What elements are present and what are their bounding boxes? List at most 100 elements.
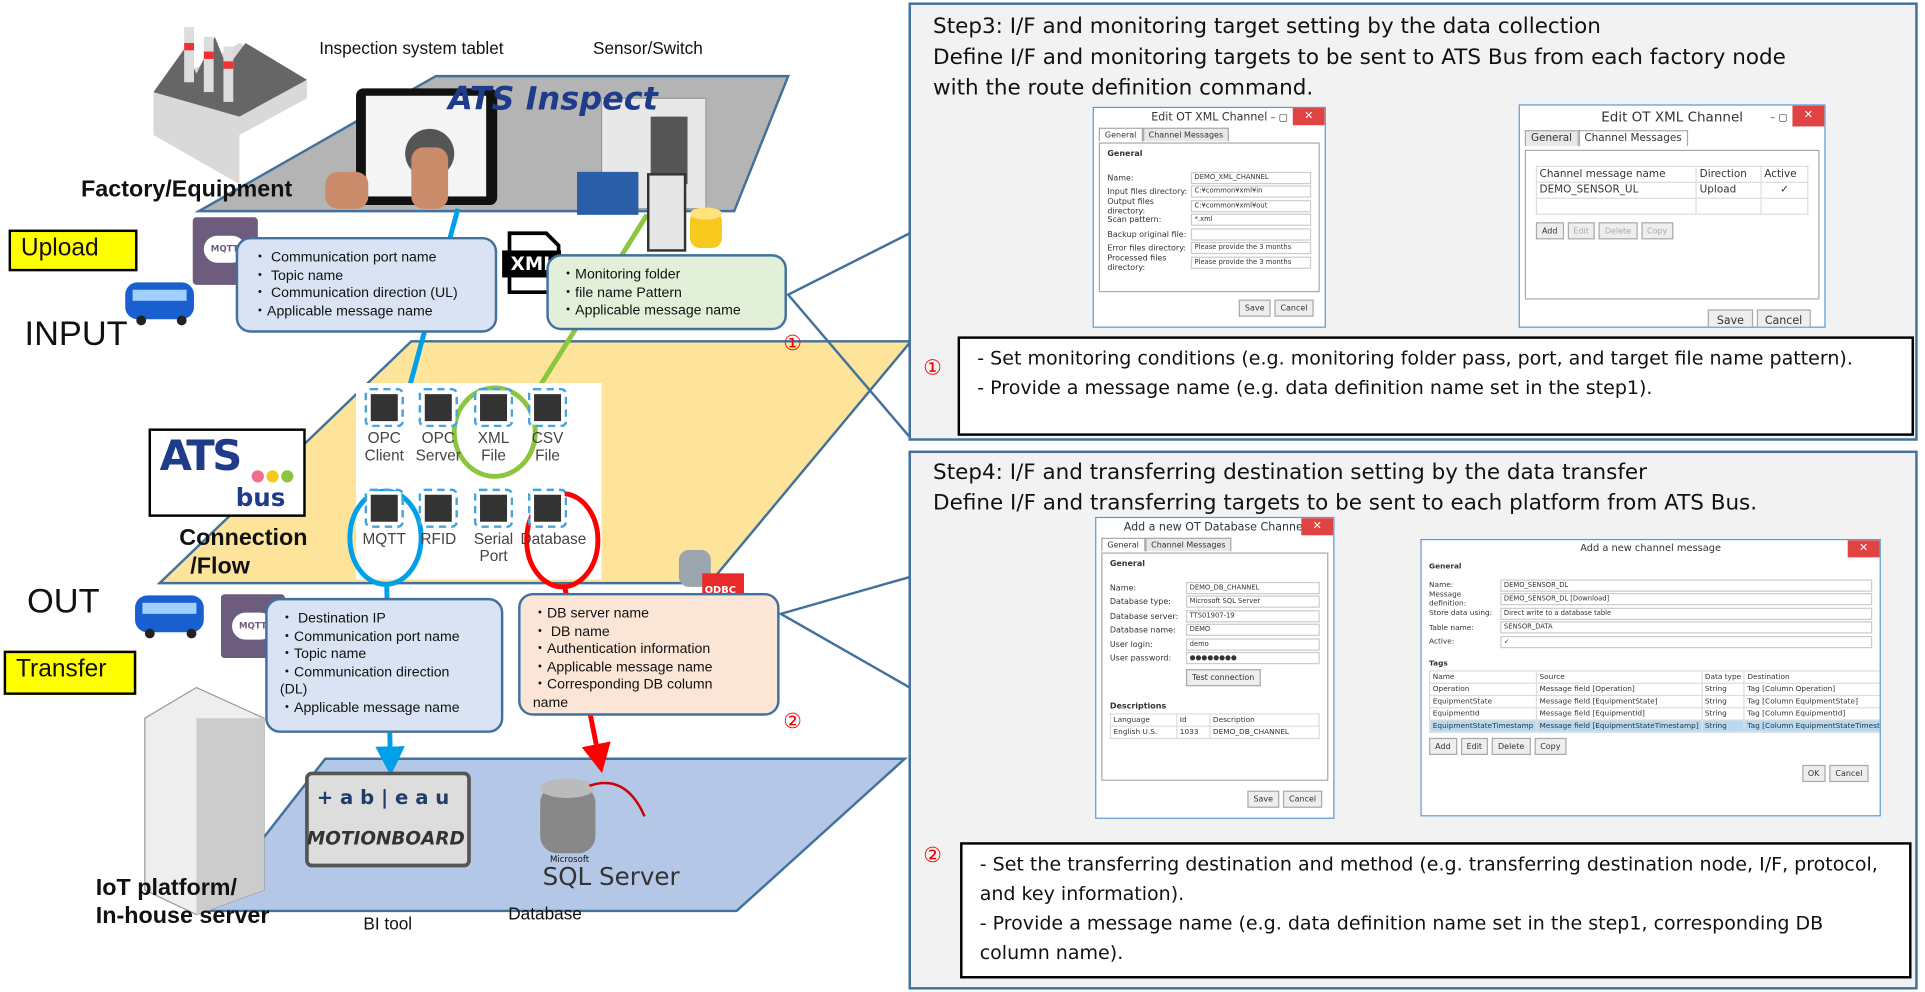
cancel-button[interactable]: Cancel: [1829, 764, 1869, 782]
table-row[interactable]: EquipmentId Message field [EquipmentId] St…: [1429, 706, 1880, 721]
tab-general[interactable]: General: [1098, 127, 1143, 142]
connector-label: Database: [520, 530, 587, 548]
field-input[interactable]: C:¥common¥xml¥in: [1190, 185, 1312, 198]
connector-opcserver[interactable]: OPC Server: [411, 387, 465, 464]
cell-type: String: [1701, 681, 1745, 696]
input-label: INPUT: [24, 314, 128, 353]
field-input[interactable]: DEMO: [1185, 623, 1320, 637]
connector-label: CSV: [531, 429, 564, 447]
copy-button[interactable]: Copy: [1640, 222, 1674, 240]
field-label: Table name:: [1429, 623, 1474, 632]
window-controls[interactable]: – ▢: [1770, 106, 1787, 131]
test-connection-button[interactable]: Test connection: [1185, 669, 1261, 687]
field-input[interactable]: Direct write to a database table: [1500, 607, 1873, 620]
cell-type: String: [1701, 706, 1745, 721]
sensor-label: Sensor/Switch: [592, 38, 703, 58]
save-button[interactable]: Save: [1238, 299, 1271, 317]
field-input[interactable]: ●●●●●●●●: [1185, 652, 1320, 665]
close-button[interactable]: ✕: [1847, 540, 1880, 558]
bullet-item: ・ Destination IP: [279, 611, 386, 627]
ok-button[interactable]: OK: [1801, 764, 1826, 782]
table-row[interactable]: Operation Message field [Operation] String…: [1429, 681, 1880, 696]
bullet-item: ・Authentication information: [532, 642, 711, 658]
field-input[interactable]: [1190, 228, 1312, 241]
add-button[interactable]: Add: [1535, 222, 1564, 240]
factory-equipment-label: Factory/Equipment: [81, 176, 293, 203]
form-row: User login: demo: [1110, 637, 1320, 651]
field-input[interactable]: TTS01907-19: [1185, 609, 1320, 623]
field-input[interactable]: Microsoft SQL Server: [1185, 595, 1320, 609]
cell-dest: Tag [Column EquipmentState]: [1743, 694, 1880, 708]
copy-button[interactable]: Copy: [1534, 737, 1567, 755]
field-input[interactable]: ✓: [1500, 635, 1873, 648]
connector-xmlfile[interactable]: XML File: [467, 387, 521, 465]
table-row[interactable]: DEMO_SENSOR_UL Upload ✓: [1535, 181, 1809, 199]
table-row[interactable]: English U.S. 1033 DEMO_DB_CHANNEL: [1109, 725, 1320, 740]
cancel-button[interactable]: Cancel: [1274, 299, 1314, 317]
save-button[interactable]: Save: [1708, 309, 1753, 327]
edit-button[interactable]: Edit: [1460, 737, 1489, 755]
dialog-title: Add a new channel message: [1580, 542, 1722, 554]
delete-button[interactable]: Delete: [1491, 737, 1531, 755]
table-row[interactable]: EquipmentState Message field [EquipmentSt…: [1429, 694, 1880, 708]
close-button[interactable]: ✕: [1792, 105, 1825, 127]
field-input[interactable]: Please provide the 3 months: [1190, 242, 1312, 255]
connector-label: RFID: [420, 530, 457, 548]
field-label: User password:: [1109, 653, 1172, 664]
field-label: Name:: [1429, 581, 1454, 590]
table-row[interactable]: EquipmentStateTimestamp Message field [Eq…: [1429, 718, 1880, 733]
tab-channel-messages[interactable]: Channel Messages: [1144, 537, 1232, 552]
field-input[interactable]: SENSOR_DATA: [1500, 621, 1873, 634]
connector-database[interactable]: Database: [520, 488, 587, 548]
bullet-item: (DL): [279, 683, 308, 698]
field-input[interactable]: DEMO_SENSOR_DL: [1500, 579, 1873, 592]
connector-chip-icon: [364, 488, 404, 528]
cell-source: Message field [EquipmentState]: [1535, 694, 1703, 708]
field-input[interactable]: DEMO_DB_CHANNEL: [1185, 581, 1320, 594]
close-button[interactable]: ✕: [1301, 518, 1334, 536]
field-label: Backup original file:: [1107, 229, 1187, 240]
connector-csvfile[interactable]: CSV File: [521, 387, 575, 464]
note-line: - Set monitoring conditions (e.g. monito…: [977, 347, 1853, 370]
cancel-button[interactable]: Cancel: [1282, 790, 1323, 808]
inhouse-server-label: In-house server: [95, 903, 270, 930]
channel-messages-table: Channel message name Direction Active DEMO…: [1535, 165, 1809, 215]
cell-id: 1033: [1176, 725, 1211, 740]
add-channel-message-dialog: Add a new channel message ✕ General Name:…: [1420, 538, 1881, 817]
tab-channel-messages[interactable]: Channel Messages: [1142, 127, 1230, 142]
tab-general[interactable]: General: [1101, 537, 1145, 552]
delete-button[interactable]: Delete: [1598, 222, 1638, 240]
tab-general[interactable]: General: [1524, 130, 1579, 147]
field-label: Scan pattern:: [1107, 215, 1162, 225]
sql-server-logo: SQL Server: [542, 861, 680, 892]
active-checkbox[interactable]: ✓: [1760, 181, 1809, 199]
field-input[interactable]: *.xml: [1190, 213, 1312, 227]
step4-desc: Define I/F and transferring targets to b…: [933, 491, 1758, 516]
connector-serialport[interactable]: Serial Port: [467, 488, 521, 565]
step4-note: - Set the transferring destination and m…: [960, 842, 1912, 979]
edit-button[interactable]: Edit: [1567, 222, 1596, 240]
add-button[interactable]: Add: [1429, 737, 1457, 755]
connector-mqtt[interactable]: MQTT: [357, 488, 411, 548]
upload-config-box: ・ Communication port name ・ Topic name ・ C…: [235, 236, 498, 333]
cell-dest: Tag [Column EquipmentStateTimesta...: [1743, 718, 1880, 733]
connector-opcclient[interactable]: OPC Client: [357, 387, 411, 464]
connector-chip-icon: [418, 488, 458, 528]
note-line: - Set the transferring destination and m…: [979, 853, 1878, 905]
connector-rfid[interactable]: RFID: [411, 488, 465, 548]
cell-name: DEMO_SENSOR_UL: [1535, 181, 1698, 199]
field-input[interactable]: DEMO_XML_CHANNEL: [1190, 171, 1312, 184]
connector-label: XML: [477, 429, 510, 447]
tab-channel-messages[interactable]: Channel Messages: [1578, 130, 1688, 147]
window-controls[interactable]: – ▢: [1271, 108, 1288, 128]
close-button[interactable]: ✕: [1292, 108, 1325, 126]
cancel-button[interactable]: Cancel: [1756, 309, 1811, 327]
field-input[interactable]: DEMO_SENSOR_DL [Download]: [1500, 593, 1873, 606]
connector-label: File: [481, 446, 506, 465]
save-button[interactable]: Save: [1247, 790, 1280, 808]
field-input[interactable]: demo: [1185, 638, 1320, 651]
cell-source: Message field [Operation]: [1535, 681, 1703, 696]
column-header: Data type: [1701, 669, 1745, 684]
field-input[interactable]: Please provide the 3 months: [1190, 256, 1312, 269]
field-input[interactable]: C:¥common¥xml¥out: [1190, 199, 1312, 213]
